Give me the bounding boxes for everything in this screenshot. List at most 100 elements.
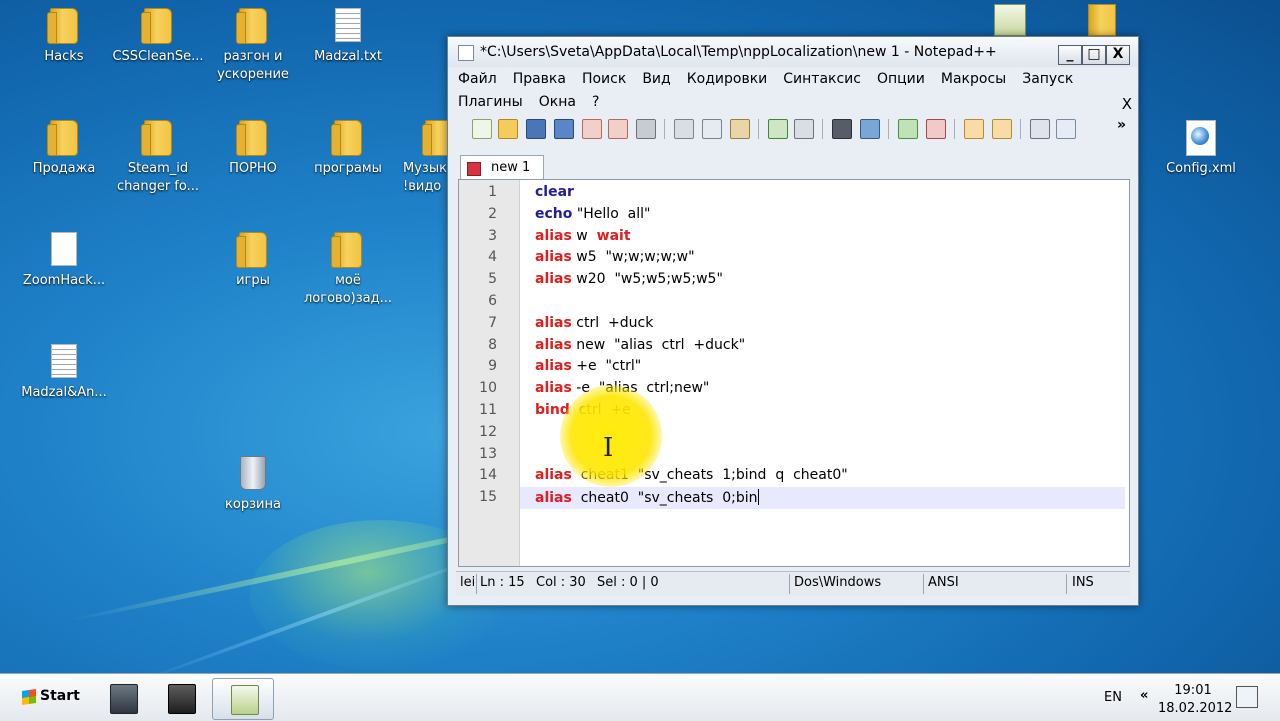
open-file-icon[interactable]	[498, 119, 518, 139]
taskbar-computer-button[interactable]	[92, 678, 152, 718]
action-center-icon[interactable]	[1236, 686, 1258, 708]
desktop-icon-madzal-txt[interactable]: Madzal.txt	[300, 8, 396, 66]
undo-icon[interactable]	[768, 119, 788, 139]
code-line[interactable]: echo "Hello all"	[535, 206, 650, 222]
status-doc-length: lei	[460, 575, 474, 590]
code-keyword: alias	[535, 490, 572, 507]
find-icon[interactable]	[832, 119, 852, 139]
desktop-icon-csscleanse[interactable]: CSSCleanSe...	[110, 8, 206, 66]
paste-icon[interactable]	[730, 119, 750, 139]
code-editor[interactable]: 1 2 3 4 5 6 7 8 9 10 11 12 13 14 15 clear echo "Hello a…	[458, 179, 1130, 567]
save-all-icon[interactable]	[554, 119, 574, 139]
show-hidden-icons-button[interactable]: «	[1140, 688, 1148, 703]
close-all-icon[interactable]	[608, 119, 628, 139]
menu-item-secondary-0[interactable]: Плагины	[456, 94, 525, 110]
notepadpp-shortcut-icon[interactable]	[994, 4, 1026, 36]
code-line[interactable]: alias +e "ctrl"	[535, 358, 641, 374]
code-line[interactable]: alias ctrl +duck	[535, 315, 653, 331]
code-keyword: alias	[535, 336, 572, 353]
show-all-characters-icon[interactable]	[1056, 119, 1076, 139]
menu-item-secondary-1[interactable]: Окна	[537, 94, 578, 110]
code-line[interactable]: alias w20 "w5;w5;w5;w5"	[535, 271, 723, 287]
close-button[interactable]: X	[1106, 45, 1130, 65]
copy-icon[interactable]	[702, 119, 722, 139]
code-line[interactable]: alias w wait	[535, 228, 631, 244]
menu-item-primary-1[interactable]: Правка	[511, 71, 568, 87]
menu-item-primary-8[interactable]: Запуск	[1020, 71, 1075, 87]
folder-icon	[236, 8, 267, 44]
menu-item-primary-0[interactable]: Файл	[456, 71, 499, 87]
desktop-icon-programy[interactable]: програмы	[300, 120, 396, 178]
desktop-icon-moyo-logovo[interactable]: моё логово)зад...	[300, 232, 396, 308]
sync-vertical-icon[interactable]	[964, 119, 984, 139]
toolbar-overflow-button[interactable]: »	[1117, 117, 1126, 133]
unsaved-file-icon	[467, 162, 481, 176]
redo-icon[interactable]	[794, 119, 814, 139]
sync-horizontal-icon[interactable]	[992, 119, 1012, 139]
desktop-icon-madzal-an[interactable]: Madzal&An...	[16, 344, 112, 402]
close-file-icon[interactable]	[582, 119, 602, 139]
line-number-gutter: 1 2 3 4 5 6 7 8 9 10 11 12 13 14 15	[459, 180, 520, 566]
tab-new-1[interactable]: new 1	[460, 155, 544, 180]
folder-icon	[236, 232, 267, 268]
windows-logo-icon	[22, 689, 36, 705]
replace-icon[interactable]	[860, 119, 880, 139]
desktop-icon-hacks[interactable]: Hacks	[16, 8, 112, 66]
desktop-icon-config-xml[interactable]: Config.xml	[1153, 120, 1249, 178]
code-line[interactable]: alias w5 "w;w;w;w;w"	[535, 249, 695, 265]
text-file-icon	[335, 8, 361, 42]
taskbar-notepadpp-button[interactable]	[212, 678, 274, 720]
minimize-button[interactable]: _	[1058, 45, 1082, 65]
notepadpp-window[interactable]: *C:\Users\Sveta\AppData\Local\Temp\nppLo…	[447, 36, 1139, 606]
code-line[interactable]: clear	[535, 184, 574, 200]
system-clock[interactable]: 19:01 18.02.2012	[1158, 682, 1233, 718]
print-icon[interactable]	[636, 119, 656, 139]
save-icon[interactable]	[526, 119, 546, 139]
desktop-icon-label: Продажа	[32, 161, 96, 176]
menu-item-primary-7[interactable]: Макросы	[939, 71, 1008, 87]
maximize-button[interactable]: □	[1082, 45, 1106, 65]
word-wrap-icon[interactable]	[1030, 119, 1050, 139]
folder-icon[interactable]	[1088, 4, 1116, 36]
desktop-icon-porno[interactable]: ПОРНО	[205, 120, 301, 178]
code-keyword: alias	[535, 358, 572, 375]
new-file-icon[interactable]	[472, 119, 492, 139]
status-separator	[1066, 574, 1067, 594]
text-file-icon	[51, 344, 77, 378]
document-close-button[interactable]: X	[1122, 95, 1132, 113]
desktop-icon-recycle-bin[interactable]: корзина	[205, 456, 301, 514]
line-number: 12	[479, 423, 497, 440]
line-number: 14	[479, 467, 497, 484]
status-encoding: ANSI	[928, 575, 959, 590]
folder-icon	[47, 120, 78, 156]
taskbar-recorder-button[interactable]	[150, 678, 210, 718]
menu-item-secondary-2[interactable]: ?	[590, 94, 601, 110]
code-line[interactable]: alias cheat0 "sv_cheats 0;bin	[535, 489, 759, 506]
desktop-icon-muzyka[interactable]: Музык !видо	[395, 120, 447, 196]
menu-item-primary-6[interactable]: Опции	[875, 71, 927, 87]
desktop-icon-steam-id[interactable]: Steam_id changer fo...	[110, 120, 206, 196]
line-number: 11	[479, 402, 497, 418]
clock-date: 18.02.2012	[1158, 701, 1233, 716]
notepadpp-app-icon	[458, 45, 474, 61]
desktop-icon-razgon[interactable]: разгон и ускорение	[205, 8, 301, 84]
code-text: w20 "w5;w5;w5;w5"	[571, 271, 723, 288]
desktop-icon-label: Музык !видо	[403, 161, 447, 194]
language-indicator[interactable]: EN	[1104, 690, 1122, 705]
window-title: *C:\Users\Sveta\AppData\Local\Temp\nppLo…	[480, 44, 997, 60]
status-line: Ln : 15	[480, 575, 525, 590]
zoom-in-icon[interactable]	[898, 119, 918, 139]
menu-item-primary-2[interactable]: Поиск	[580, 71, 628, 87]
menu-item-primary-5[interactable]: Синтаксис	[781, 71, 863, 87]
title-bar[interactable]: *C:\Users\Sveta\AppData\Local\Temp\nppLo…	[448, 37, 1138, 67]
menu-item-primary-3[interactable]: Вид	[640, 71, 672, 87]
folder-icon	[236, 120, 267, 156]
code-line[interactable]: alias new "alias ctrl +duck"	[535, 337, 745, 353]
desktop-icon-igry[interactable]: игры	[205, 232, 301, 290]
zoom-out-icon[interactable]	[926, 119, 946, 139]
start-button[interactable]: Start	[18, 684, 80, 710]
desktop-icon-prodazha[interactable]: Продажа	[16, 120, 112, 178]
menu-item-primary-4[interactable]: Кодировки	[685, 71, 770, 87]
cut-icon[interactable]	[674, 119, 694, 139]
desktop-icon-zoomhack[interactable]: ZoomHack...	[16, 232, 112, 290]
